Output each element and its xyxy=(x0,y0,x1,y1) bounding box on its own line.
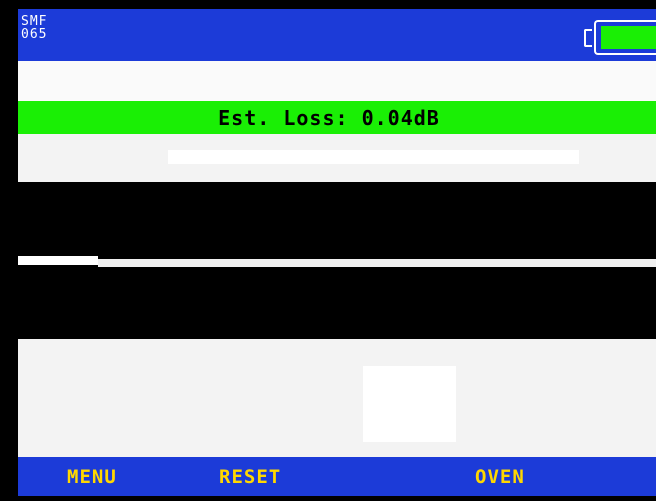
fiber-type-line2: 065 xyxy=(21,27,48,42)
loss-result-bar: Est. Loss: 0.04dB xyxy=(18,101,656,134)
fiber-image-bottom xyxy=(18,267,656,339)
softkey-bar: MENU RESET OVEN xyxy=(18,457,656,496)
status-header: SMF 065 xyxy=(18,9,656,61)
fiber-type-label: SMF 065 xyxy=(21,15,47,41)
menu-button[interactable]: MENU xyxy=(67,466,117,488)
fiber-image-top xyxy=(18,182,656,255)
battery-level-fill xyxy=(601,26,656,49)
battery-terminal xyxy=(584,29,592,47)
fiber-divider-highlight xyxy=(18,256,98,265)
display-screen: SMF 065 Est. Loss: 0.04dB MENU RESET OVE… xyxy=(18,9,656,496)
oven-button[interactable]: OVEN xyxy=(475,466,525,488)
info-band xyxy=(18,61,656,101)
estimated-loss-readout: Est. Loss: 0.04dB xyxy=(218,105,440,130)
indicator-box xyxy=(363,366,456,442)
lower-display-area xyxy=(18,339,656,457)
fiber-divider-gap xyxy=(98,259,656,267)
battery-icon xyxy=(594,20,656,55)
device-bezel: SMF 065 Est. Loss: 0.04dB MENU RESET OVE… xyxy=(0,0,656,501)
progress-track xyxy=(168,150,579,164)
reset-button[interactable]: RESET xyxy=(219,466,281,488)
